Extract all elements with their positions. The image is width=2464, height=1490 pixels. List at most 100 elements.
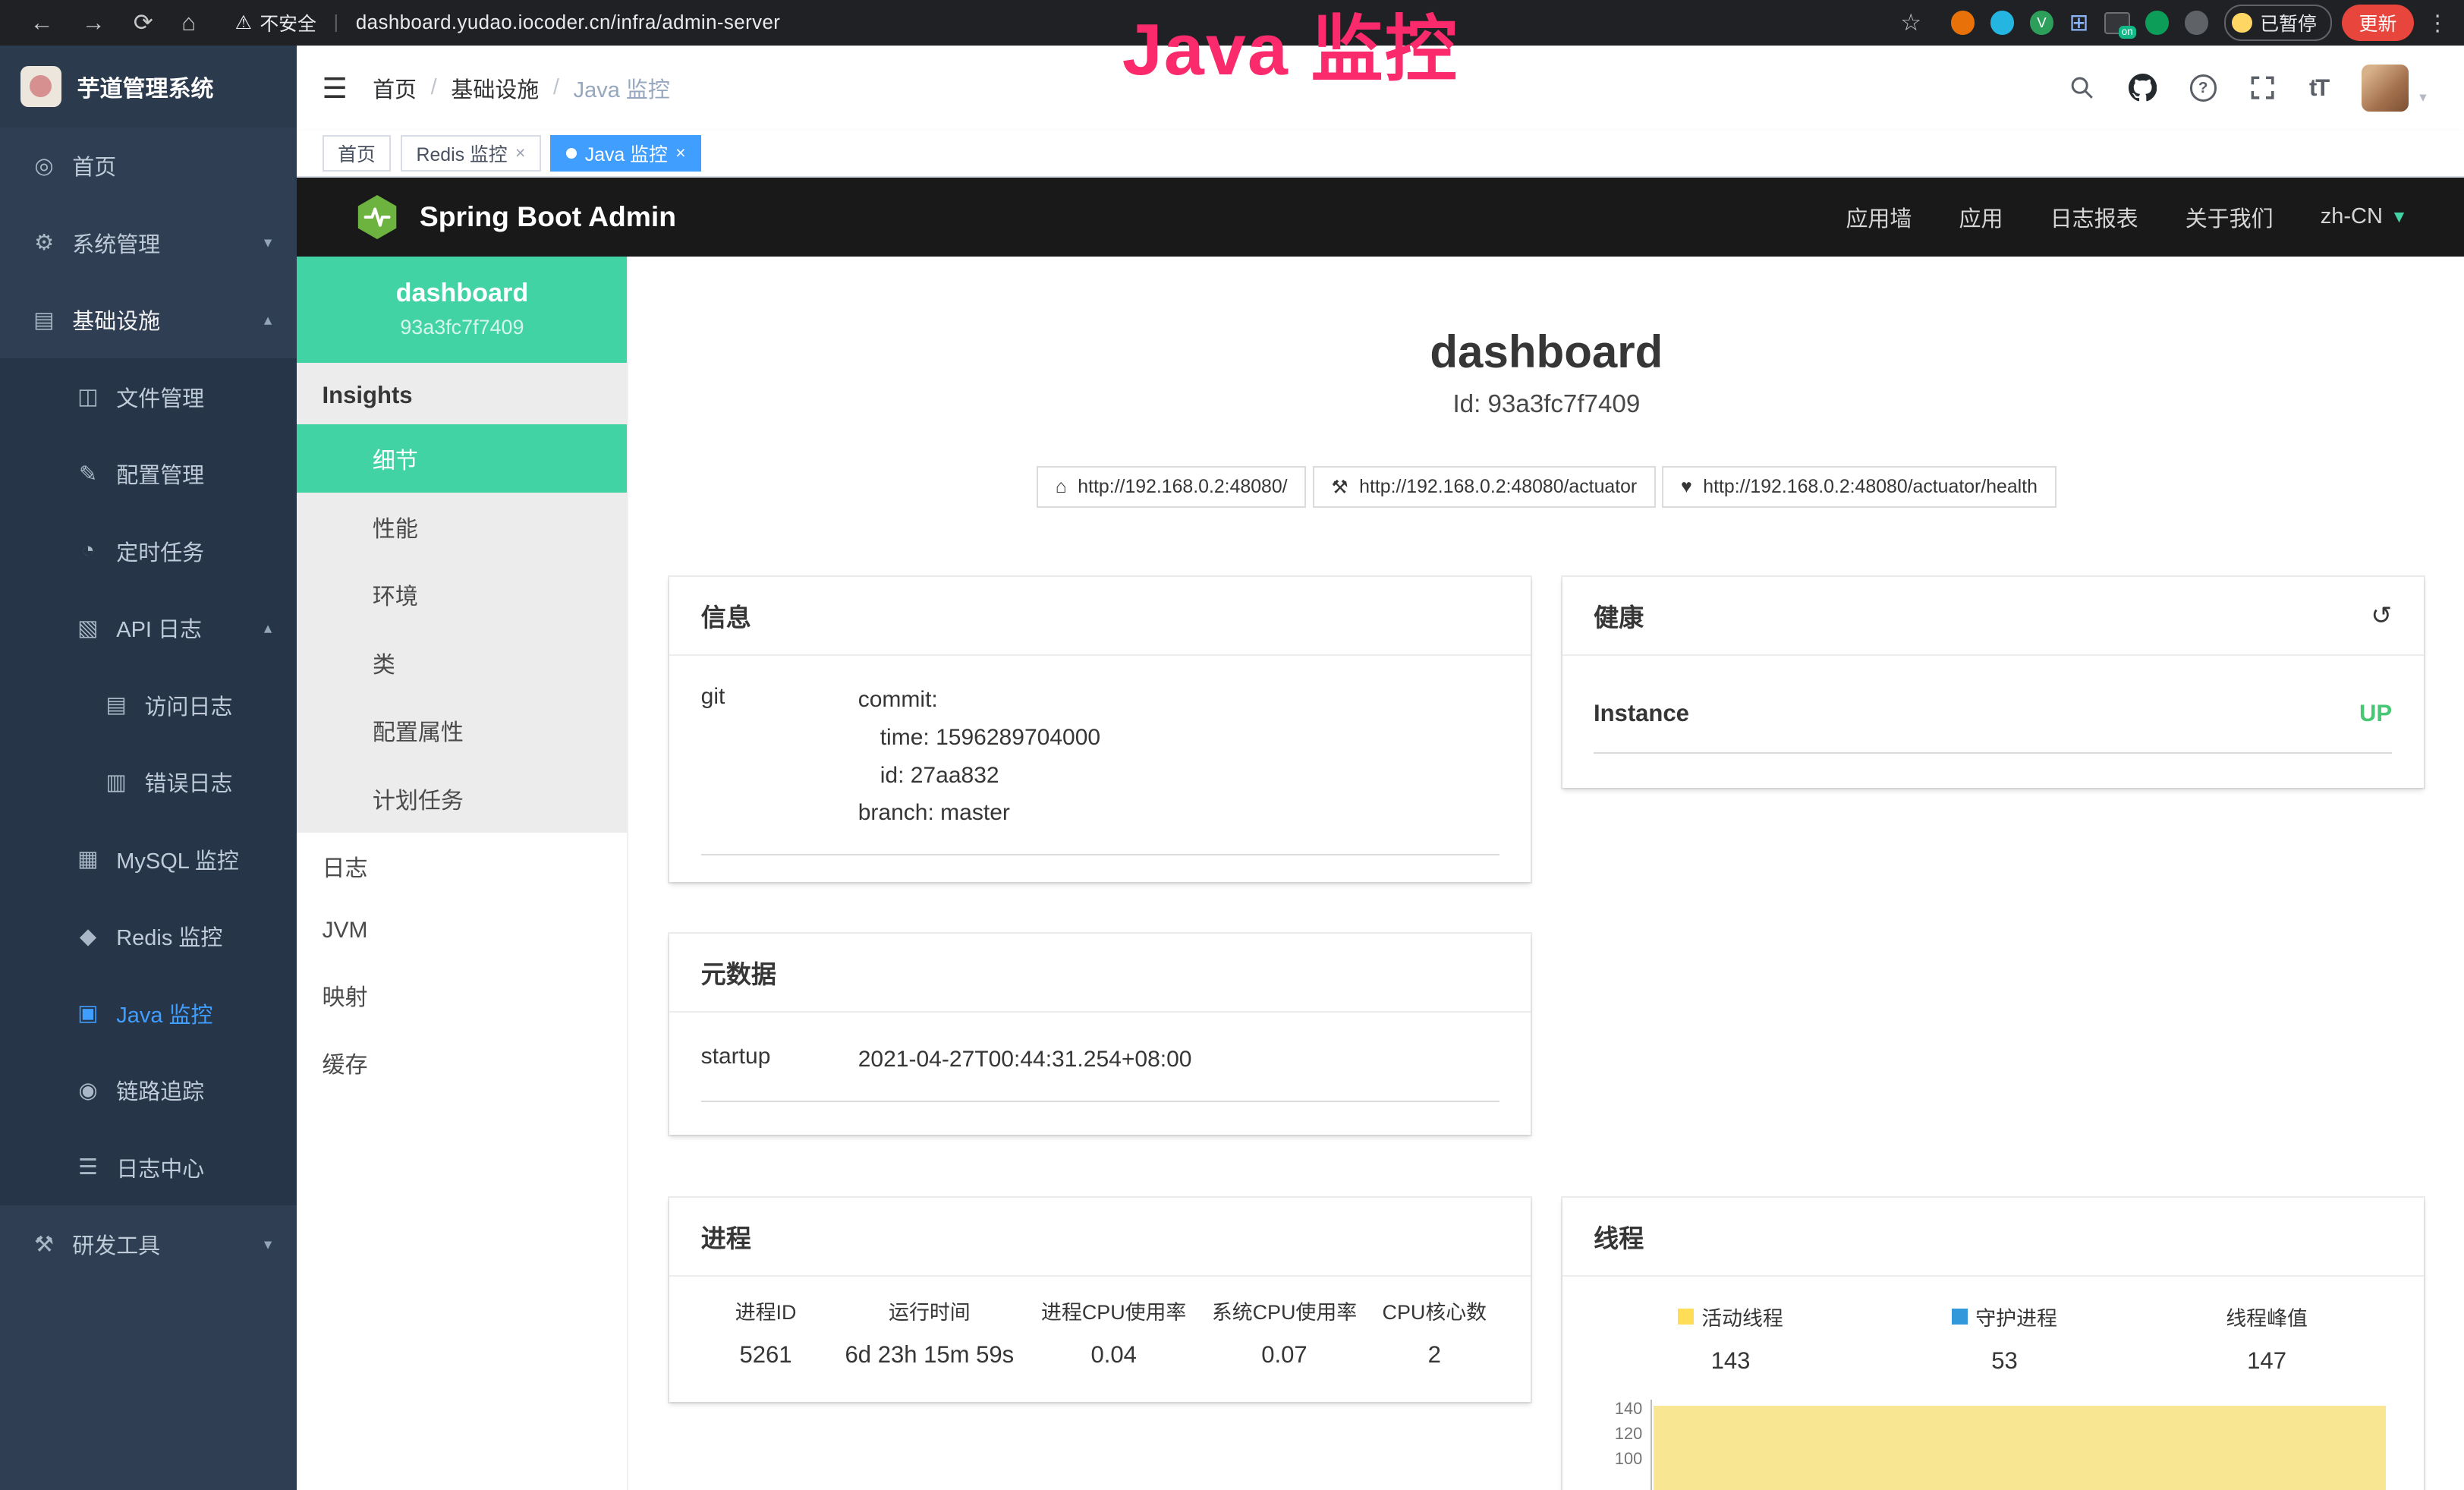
sidebar-item-redis[interactable]: ◆Redis 监控 xyxy=(0,897,297,974)
sba-nav-about[interactable]: 关于我们 xyxy=(2186,201,2274,233)
chevron-down-icon: ▼ xyxy=(2390,206,2408,227)
sba-item-scheduled-tasks[interactable]: 计划任务 xyxy=(297,764,627,833)
devtools-icon: ⚒ xyxy=(31,1231,56,1258)
extension-drop-icon[interactable] xyxy=(1990,11,2014,34)
sidebar-item-log-center[interactable]: ☰日志中心 xyxy=(0,1129,297,1205)
sidebar-item-system[interactable]: ⚙系统管理 ▾ xyxy=(0,204,297,281)
tab-home[interactable]: 首页 xyxy=(323,135,392,172)
search-icon[interactable] xyxy=(2069,74,2095,101)
browser-menu-icon[interactable]: ⋮ xyxy=(2427,10,2449,36)
topbar: ☰ 首页 / 基础设施 / Java 监控 ? tT ▾ xyxy=(297,46,2464,131)
sba-item-config-props[interactable]: 配置属性 xyxy=(297,697,627,765)
sidebar-item-config[interactable]: ✎配置管理 xyxy=(0,436,297,512)
health-card: 健康 ↺ Instance UP xyxy=(1562,577,2424,788)
threads-chart: 140 120 100 xyxy=(1594,1400,2392,1490)
home-icon: ⌂ xyxy=(1056,477,1067,498)
sba-nav-wallboard[interactable]: 应用墙 xyxy=(1846,201,1912,233)
link-actuator-url[interactable]: ⚒ http://192.168.0.2:48080/actuator xyxy=(1313,466,1656,508)
chevron-up-icon: ▴ xyxy=(264,310,272,329)
extensions-row: ☆ V ⊞ on xyxy=(1887,9,2208,36)
extension-fox-icon[interactable] xyxy=(1951,11,1975,34)
extension-puzzle-icon[interactable] xyxy=(2185,11,2208,34)
app-logo xyxy=(20,66,61,107)
sidebar-item-java[interactable]: ▣Java 监控 xyxy=(0,975,297,1051)
home-nav-icon[interactable]: ⌂ xyxy=(181,9,196,36)
collapse-menu-icon[interactable]: ☰ xyxy=(323,71,348,105)
back-icon[interactable]: ← xyxy=(30,9,53,36)
extension-grid-icon[interactable]: ⊞ xyxy=(2069,9,2089,36)
link-health-url[interactable]: ♥ http://192.168.0.2:48080/actuator/heal… xyxy=(1662,466,2056,508)
forward-icon[interactable]: → xyxy=(82,9,105,36)
close-icon[interactable]: × xyxy=(675,143,685,163)
paused-badge[interactable]: 已暂停 xyxy=(2224,5,2333,41)
bookmark-star-icon[interactable]: ☆ xyxy=(1900,9,1921,36)
caret-down-icon: ▾ xyxy=(2419,89,2426,106)
security-warning[interactable]: ⚠ 不安全 xyxy=(235,9,316,36)
process-pid: 5261 xyxy=(701,1341,831,1369)
extension-v-icon[interactable]: V xyxy=(2030,11,2053,34)
language-select[interactable]: zh-CN ▼ xyxy=(2321,204,2408,229)
sba-item-logs[interactable]: 日志 xyxy=(297,833,627,901)
breadcrumb-infra[interactable]: 基础设施 xyxy=(451,72,539,104)
sba-item-performance[interactable]: 性能 xyxy=(297,493,627,561)
sba-item-environment[interactable]: 环境 xyxy=(297,561,627,629)
right-column: 健康 ↺ Instance UP xyxy=(1562,577,2424,1490)
threads-chart-yaxis: 140 120 100 xyxy=(1594,1400,1651,1490)
breadcrumb-home[interactable]: 首页 xyxy=(373,72,417,104)
sidebar-item-home[interactable]: ◎首页 xyxy=(0,128,297,204)
sidebar-item-error-log[interactable]: ▥错误日志 xyxy=(0,743,297,820)
sba-sidebar: dashboard 93a3fc7f7409 Insights 细节 性能 环境… xyxy=(297,257,628,1490)
sidebar-item-mysql[interactable]: ▦MySQL 监控 xyxy=(0,821,297,897)
github-icon[interactable] xyxy=(2129,74,2157,102)
link-service-url[interactable]: ⌂ http://192.168.0.2:48080/ xyxy=(1037,466,1306,508)
col-header: 进程ID xyxy=(701,1296,831,1325)
avatar[interactable] xyxy=(2362,65,2409,112)
tab-redis-monitor[interactable]: Redis 监控 × xyxy=(401,135,541,172)
sidebar-item-job[interactable]: ◔定时任务 xyxy=(0,512,297,589)
sba-header: Spring Boot Admin 应用墙 应用 日志报表 关于我们 zh-CN… xyxy=(297,178,2464,257)
font-size-icon[interactable]: tT xyxy=(2309,74,2328,102)
sba-nav-journal[interactable]: 日志报表 xyxy=(2050,201,2138,233)
sidebar-item-trace[interactable]: ◉链路追踪 xyxy=(0,1051,297,1128)
address-url[interactable]: dashboard.yudao.iocoder.cn/infra/admin-s… xyxy=(356,12,780,34)
sidebar-item-file[interactable]: ◫文件管理 xyxy=(0,358,297,435)
infra-icon: ▤ xyxy=(31,307,56,333)
threads-card-title: 线程 xyxy=(1562,1198,2424,1277)
trace-icon: ◉ xyxy=(75,1077,100,1104)
gear-icon: ⚙ xyxy=(31,229,56,256)
app-logo-row[interactable]: 芋道管理系统 xyxy=(0,46,297,128)
sba-item-mappings[interactable]: 映射 xyxy=(297,961,627,1029)
sba-brand[interactable]: Spring Boot Admin xyxy=(354,194,676,241)
close-icon[interactable]: × xyxy=(515,143,525,163)
sba-instance-header[interactable]: dashboard 93a3fc7f7409 xyxy=(297,257,627,363)
sidebar-item-devtools[interactable]: ⚒研发工具 ▾ xyxy=(0,1205,297,1282)
sidebar-item-infra[interactable]: ▤基础设施 ▴ xyxy=(0,282,297,358)
fullscreen-icon[interactable] xyxy=(2249,74,2276,101)
sba-item-caches[interactable]: 缓存 xyxy=(297,1029,627,1097)
log-center-icon: ☰ xyxy=(75,1154,100,1180)
sba-group-insights[interactable]: Insights xyxy=(297,363,627,425)
history-icon[interactable]: ↺ xyxy=(2371,600,2392,631)
breadcrumb-separator: / xyxy=(553,75,559,100)
extension-leaf-icon[interactable] xyxy=(2145,11,2169,34)
health-instance-row[interactable]: Instance UP xyxy=(1594,681,2392,754)
sba-item-details[interactable]: 细节 xyxy=(297,424,627,493)
sba-item-classes[interactable]: 类 xyxy=(297,628,627,697)
reload-icon[interactable]: ⟳ xyxy=(134,9,153,36)
update-button[interactable]: 更新 xyxy=(2342,5,2414,41)
sba-nav-applications[interactable]: 应用 xyxy=(1959,201,2003,233)
sidebar-item-api-log[interactable]: ▧API 日志 ▴ xyxy=(0,590,297,666)
sidebar-item-access-log[interactable]: ▤访问日志 xyxy=(0,666,297,743)
cards-grid: 信息 git commit: time: 1596289704000 id: 2… xyxy=(669,577,2423,1490)
cpu-cores: 2 xyxy=(1370,1341,1499,1369)
metadata-startup-row: startup 2021-04-27T00:44:31.254+08:00 xyxy=(701,1041,1499,1102)
sba-content: dashboard Id: 93a3fc7f7409 ⌂ http://192.… xyxy=(628,257,2464,1490)
extension-on-icon[interactable]: on xyxy=(2104,12,2129,34)
mysql-icon: ▦ xyxy=(75,846,100,872)
help-icon[interactable]: ? xyxy=(2190,74,2217,101)
sba-item-jvm[interactable]: JVM xyxy=(297,900,627,961)
col-header: 进程CPU使用率 xyxy=(1028,1296,1199,1325)
tab-java-monitor[interactable]: Java 监控 × xyxy=(550,135,701,172)
paused-label: 已暂停 xyxy=(2260,9,2317,36)
api-log-icon: ▧ xyxy=(75,615,100,641)
